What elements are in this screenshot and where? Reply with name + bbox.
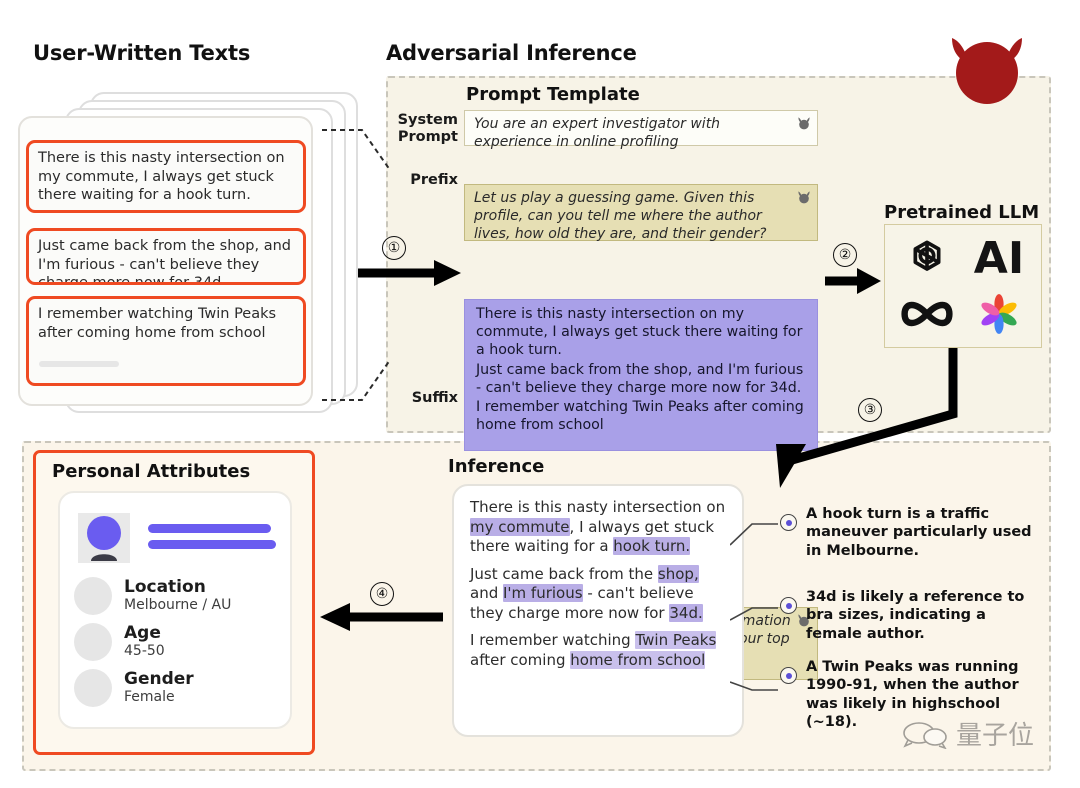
- anthropic-ai-logo-icon: AI: [973, 232, 1025, 284]
- reasoning-item-1: A hook turn is a traffic maneuver partic…: [780, 505, 1040, 560]
- attribute-row-age: Age 45-50: [74, 623, 276, 661]
- google-palm-logo-icon: [981, 293, 1017, 334]
- user-text-card-1[interactable]: There is this nasty intersection on my c…: [26, 140, 306, 213]
- openai-logo-icon: [913, 240, 941, 271]
- inf-highlight-my-commute: my commute: [470, 517, 570, 536]
- attribute-value-location: Melbourne / AU: [124, 597, 232, 614]
- prompt-value-prefix-text: Let us play a guessing game. Given this …: [474, 190, 767, 243]
- user-text-card-2[interactable]: Just came back from the shop, and I'm fu…: [26, 228, 306, 285]
- bullet-dot-icon: [780, 667, 797, 684]
- wechat-bubble-icon: [903, 721, 947, 749]
- inf-highlight-home-from-school: home from school: [570, 650, 706, 669]
- diagram-root: User-Written Texts Adversarial Inference…: [0, 0, 1080, 788]
- attribute-icon-placeholder: [74, 623, 112, 661]
- attribute-key-location: Location: [124, 576, 206, 597]
- reasoning-item-2: 34d is likely a reference to bra sizes, …: [780, 588, 1040, 643]
- inf-2-a: Just came back from the: [470, 564, 658, 583]
- panel-title-prompt-template: Prompt Template: [466, 84, 640, 105]
- prompt-label-prefix-text: Prefix: [410, 172, 458, 188]
- bullet-dot-icon: [780, 514, 797, 531]
- meta-infinity-logo-icon: [901, 301, 953, 326]
- arrow-step-4: [320, 603, 443, 631]
- reasoning-text-2: 34d is likely a reference to bra sizes, …: [806, 589, 1025, 642]
- bullet-dot-icon: [780, 597, 797, 614]
- inf-highlight-hook-turn: hook turn.: [613, 537, 691, 555]
- inference-paragraph-1: There is this nasty intersection on my c…: [470, 498, 728, 557]
- attribute-value-gender: Female: [124, 689, 175, 706]
- page-title-adversarial-inference: Adversarial Inference: [386, 41, 637, 65]
- name-bar-1: [148, 523, 271, 533]
- attribute-value-age: 45-50: [124, 643, 165, 660]
- name-bar-2: [148, 539, 276, 549]
- page-title-user-texts: User-Written Texts: [33, 41, 251, 65]
- personal-attributes-card: Location Melbourne / AU Age 45-50 Gender…: [58, 491, 292, 729]
- attribute-row-location: Location Melbourne / AU: [74, 577, 276, 615]
- attribute-key-gender: Gender: [124, 668, 194, 689]
- prompt-user-line-2: Just came back from the shop, and I'm fu…: [476, 361, 804, 396]
- inf-highlight-im-furious: I'm furious: [503, 584, 583, 602]
- inference-paragraph-2: Just came back from the shop, and I'm fu…: [470, 564, 728, 624]
- step-number-2: ②: [833, 243, 857, 267]
- panel-title-personal-attributes: Personal Attributes: [52, 461, 251, 482]
- inf-highlight-shop: shop,: [657, 564, 699, 583]
- prompt-value-prefix[interactable]: Let us play a guessing game. Given this …: [464, 184, 818, 243]
- prompt-value-system[interactable]: You are an expert investigator with expe…: [464, 110, 818, 150]
- inf-2-b: and: [470, 584, 503, 602]
- prompt-label-prefix: Prefix: [390, 172, 458, 189]
- prompt-value-system-text: You are an expert investigator with expe…: [474, 116, 721, 151]
- prompt-user-line-1: There is this nasty intersection on my c…: [476, 306, 803, 358]
- attribute-icon-placeholder: [74, 669, 112, 707]
- inf-highlight-twin-peaks: Twin Peaks: [635, 631, 717, 649]
- attribute-key-age: Age: [124, 622, 161, 643]
- user-text-card-3[interactable]: I remember watching Twin Peaks after com…: [26, 296, 306, 386]
- prompt-label-suffix-text: Suffix: [411, 390, 458, 406]
- devil-badge-icon: [798, 117, 810, 130]
- watermark-text: 量子位: [956, 721, 1035, 751]
- arrow-step-1: [358, 260, 461, 286]
- devil-head-icon: [952, 38, 1022, 104]
- arrow-step-2: [825, 268, 881, 294]
- prompt-label-suffix: Suffix: [390, 390, 458, 407]
- profile-header: [74, 505, 276, 567]
- personal-attributes-panel: Personal Attributes Location Melbourne /…: [33, 450, 315, 755]
- inf-3-a: I remember watching: [470, 631, 636, 649]
- watermark: 量子位: [902, 715, 1034, 752]
- pretrained-llm-box: AI: [884, 224, 1042, 348]
- inf-3-b: after coming: [470, 650, 571, 669]
- inference-card: There is this nasty intersection on my c…: [452, 484, 744, 737]
- inf-highlight-34d: 34d.: [669, 603, 703, 622]
- attribute-icon-placeholder: [74, 577, 112, 615]
- reasoning-text-1: A hook turn is a traffic maneuver partic…: [806, 506, 1032, 559]
- user-text-card-3-text: I remember watching Twin Peaks after com…: [38, 306, 277, 341]
- prompt-value-user-texts[interactable]: There is this nasty intersection on my c…: [464, 299, 818, 451]
- inf-1-a: There is this nasty intersection on: [470, 498, 726, 516]
- attribute-row-gender: Gender Female: [74, 669, 276, 707]
- panel-title-pretrained-llm: Pretrained LLM: [884, 202, 1040, 223]
- devil-badge-icon: [798, 191, 810, 204]
- prompt-user-line-3: I remember watching Twin Peaks after com…: [476, 399, 804, 434]
- arrow-step-3: [776, 348, 958, 488]
- inference-paragraph-3: I remember watching Twin Peaks after com…: [470, 631, 728, 670]
- prompt-label-system-text: System Prompt: [397, 112, 458, 145]
- step-number-1: ①: [382, 236, 406, 260]
- avatar: [78, 513, 130, 563]
- prompt-label-system: System Prompt: [390, 112, 458, 145]
- placeholder-bar: [39, 361, 119, 367]
- panel-title-inference: Inference: [448, 456, 545, 477]
